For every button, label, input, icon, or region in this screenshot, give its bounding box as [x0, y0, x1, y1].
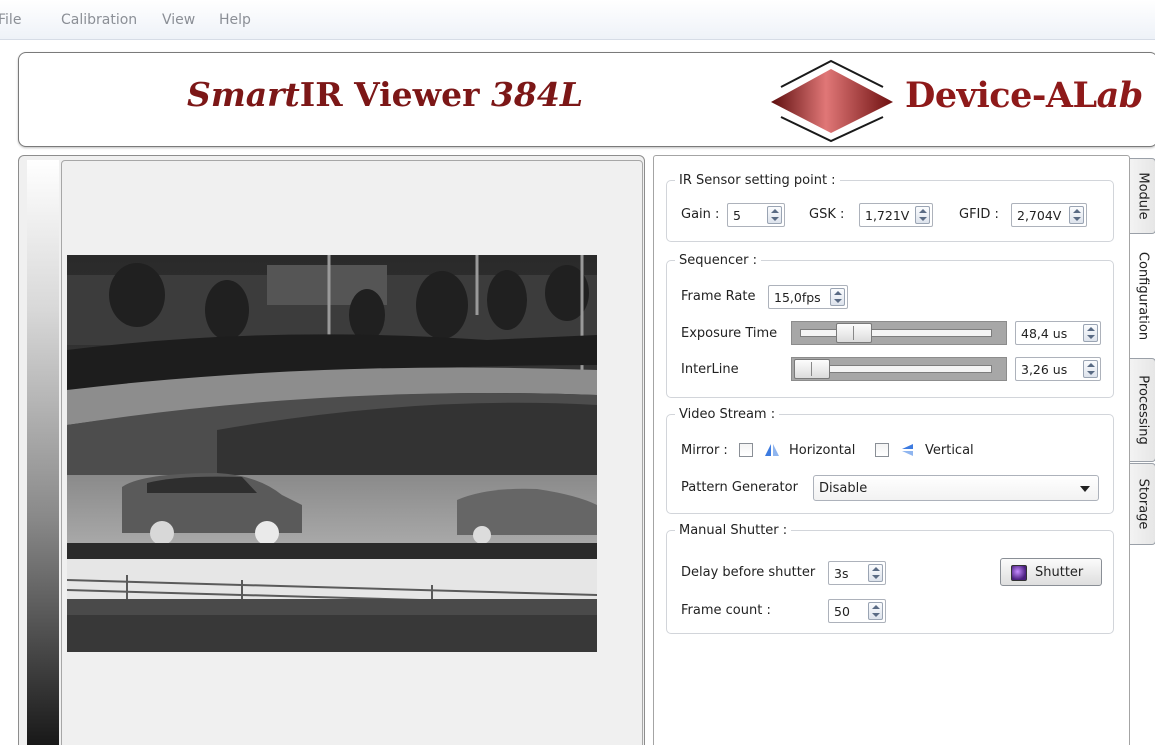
gsk-spin-arrows-icon[interactable]	[915, 206, 930, 224]
exposure-slider-groove	[800, 329, 992, 337]
gain-label: Gain :	[681, 207, 720, 222]
exposure-slider-handle[interactable]	[836, 323, 872, 343]
delay-before-shutter-label: Delay before shutter	[681, 565, 816, 580]
interline-slider-handle[interactable]	[794, 359, 830, 379]
interline-spin-arrows-icon[interactable]	[1083, 360, 1098, 378]
sequencer-group: Sequencer : Frame Rate 15,0fps Exposure …	[666, 253, 1114, 398]
shutter-button-label: Shutter	[1035, 565, 1084, 580]
interline-spinbox[interactable]: 3,26 us	[1015, 357, 1101, 381]
frame-count-value: 50	[834, 604, 850, 619]
gain-spinbox[interactable]: 5	[727, 203, 785, 227]
pattern-generator-value: Disable	[819, 481, 868, 496]
delay-spin-arrows-icon[interactable]	[868, 564, 883, 582]
ir-camera-image	[67, 255, 597, 652]
app-title-model: 384L	[490, 75, 584, 114]
exposure-time-value: 48,4 us	[1021, 326, 1068, 341]
mirror-horizontal-checkbox[interactable]	[739, 443, 753, 457]
frame-count-spin-arrows-icon[interactable]	[868, 602, 883, 620]
frame-rate-spin-arrows-icon[interactable]	[830, 288, 845, 306]
exposure-time-spinbox[interactable]: 48,4 us	[1015, 321, 1101, 345]
delay-before-shutter-spinbox[interactable]: 3s	[828, 561, 886, 585]
sequencer-title: Sequencer :	[675, 253, 761, 268]
frame-rate-value: 15,0fps	[774, 290, 821, 305]
tab-storage-label: Storage	[1135, 478, 1150, 530]
app-title-prefix: Smart	[187, 75, 300, 114]
gsk-value: 1,721V	[865, 208, 910, 223]
frame-count-spinbox[interactable]: 50	[828, 599, 886, 623]
gsk-label: GSK :	[809, 207, 845, 222]
interline-slider[interactable]	[791, 357, 1007, 381]
delay-before-shutter-value: 3s	[834, 566, 849, 581]
gsk-spinbox[interactable]: 1,721V	[859, 203, 933, 227]
frame-count-label: Frame count :	[681, 603, 771, 618]
exposure-time-label: Exposure Time	[681, 326, 778, 341]
shutter-button[interactable]: Shutter	[1000, 558, 1102, 586]
horizontal-label: Horizontal	[789, 443, 856, 458]
exposure-time-slider[interactable]	[791, 321, 1007, 345]
gfid-spin-arrows-icon[interactable]	[1069, 206, 1084, 224]
mirror-label: Mirror :	[681, 443, 728, 458]
logo-text-main: Device-AL	[905, 75, 1097, 116]
frame-rate-spinbox[interactable]: 15,0fps	[768, 285, 848, 309]
gfid-label: GFID :	[959, 207, 999, 222]
menu-view[interactable]: View	[162, 12, 195, 28]
manual-shutter-title: Manual Shutter :	[675, 523, 792, 538]
gain-value: 5	[733, 208, 741, 223]
mirror-vertical-checkbox[interactable]	[875, 443, 889, 457]
gain-spin-arrows-icon[interactable]	[767, 206, 782, 224]
frame-rate-label: Frame Rate	[681, 289, 756, 304]
pattern-generator-label: Pattern Generator	[681, 480, 798, 495]
interline-label: InterLine	[681, 362, 739, 377]
tab-storage[interactable]: Storage	[1130, 463, 1155, 545]
ir-sensor-title: IR Sensor setting point :	[675, 173, 840, 188]
manual-shutter-group: Manual Shutter : Delay before shutter 3s…	[666, 523, 1114, 634]
gfid-spinbox[interactable]: 2,704V	[1011, 203, 1087, 227]
interline-value: 3,26 us	[1021, 362, 1068, 377]
grayscale-colorbar	[27, 160, 59, 745]
tab-configuration[interactable]: Configuration	[1130, 236, 1155, 356]
device-alab-logo-icon	[771, 59, 893, 143]
video-stream-group: Video Stream : Mirror : Horizontal Verti…	[666, 407, 1114, 514]
tab-module-label: Module	[1135, 172, 1150, 220]
tab-processing[interactable]: Processing	[1130, 358, 1155, 462]
logo-text-italic: ab	[1096, 75, 1144, 116]
mirror-horizontal-icon	[765, 444, 779, 456]
vertical-label: Vertical	[925, 443, 974, 458]
app-title-main: IR Viewer	[299, 75, 491, 114]
gfid-value: 2,704V	[1017, 208, 1062, 223]
app-banner: SmartIR Viewer 384L Device-ALab	[18, 52, 1155, 147]
menu-calibration[interactable]: Calibration	[61, 12, 137, 28]
pattern-generator-select[interactable]: Disable	[813, 475, 1099, 501]
menu-file[interactable]: File	[0, 12, 21, 28]
tab-configuration-label: Configuration	[1135, 251, 1150, 341]
tab-processing-label: Processing	[1135, 375, 1150, 445]
menu-help[interactable]: Help	[219, 12, 251, 28]
tab-module[interactable]: Module	[1130, 158, 1155, 234]
exposure-spin-arrows-icon[interactable]	[1083, 324, 1098, 342]
shutter-icon	[1011, 565, 1027, 581]
chevron-down-icon	[1080, 486, 1090, 492]
configuration-panel: IR Sensor setting point : Gain : 5 GSK :…	[653, 155, 1130, 745]
mirror-vertical-icon	[902, 444, 913, 456]
app-title: SmartIR Viewer 384L	[187, 75, 583, 114]
menu-bar: File Calibration View Help	[0, 0, 1155, 40]
video-stream-title: Video Stream :	[675, 407, 780, 422]
device-alab-logo-text: Device-ALab	[905, 75, 1143, 116]
ir-sensor-group: IR Sensor setting point : Gain : 5 GSK :…	[666, 173, 1114, 242]
